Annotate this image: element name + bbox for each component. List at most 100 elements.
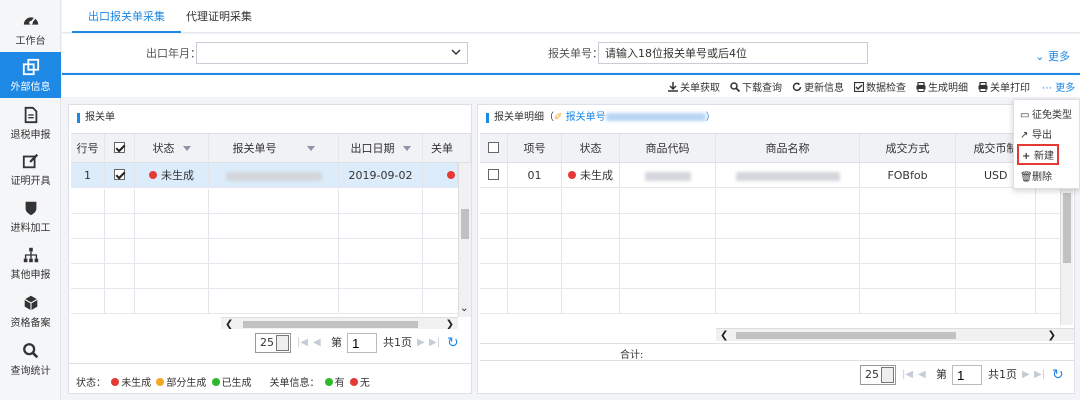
download-query-button[interactable]: 下载查询 — [730, 79, 782, 94]
filter-more-label: 更多 — [1048, 50, 1070, 63]
scroll-left-arrow[interactable]: ❮ — [225, 318, 233, 329]
data-check-label: 数据检查 — [866, 83, 906, 94]
menu-item-new[interactable]: + 新建 — [1017, 144, 1059, 165]
col-status[interactable]: 状态 — [135, 134, 209, 162]
detail-title-suffix: ） — [705, 112, 716, 123]
data-check-button[interactable]: 数据检查 — [853, 79, 906, 94]
page-size-select[interactable]: 25 — [255, 333, 291, 353]
sidebar-item-query[interactable]: 查询统计 — [0, 336, 61, 382]
sidebar-item-label: 退税申报 — [10, 130, 51, 141]
menu-item-exemption-type[interactable]: ▭ 征免类型 — [1020, 106, 1072, 121]
col-declaration-no[interactable]: 报关单号 — [209, 134, 339, 162]
col-declaration-info: 关单 — [423, 134, 471, 162]
last-page-button[interactable]: ▶| — [429, 333, 440, 353]
sidebar-item-qualification[interactable]: 资格备案 — [0, 288, 61, 334]
detail-table-header: 项号 状态 商品代码 商品名称 成交方式 成交币制 — [480, 134, 1074, 163]
last-page-button[interactable]: ▶| — [1034, 365, 1045, 385]
refresh-icon[interactable]: ↻ — [447, 333, 459, 353]
row-checkbox-cell[interactable] — [480, 163, 508, 187]
select-all-checkbox[interactable] — [488, 142, 499, 153]
menu-item-label: 删除 — [1032, 172, 1052, 183]
status-dot — [568, 171, 576, 179]
next-page-button[interactable]: ▶ — [1022, 365, 1030, 385]
horizontal-scrollbar[interactable]: ❮ ❯ — [716, 328, 1074, 341]
scroll-right-arrow[interactable]: ❯ — [1048, 329, 1056, 341]
fetch-declaration-button[interactable]: 关单获取 — [668, 79, 720, 94]
sidebar-item-certificate[interactable]: 证明开具 — [0, 146, 61, 192]
trade-mode-cell: FOBfob — [860, 163, 956, 187]
sort-icon — [402, 146, 411, 151]
next-page-button[interactable]: ▶ — [417, 333, 425, 353]
scroll-thumb[interactable] — [1063, 193, 1071, 263]
document-icon — [24, 106, 37, 124]
total-pages-label: 共1页 — [988, 368, 1017, 381]
col-select-all[interactable] — [105, 134, 135, 162]
detail-title-prefix: 报关单明细（ — [494, 112, 554, 123]
vertical-scrollbar[interactable]: ⌄ — [458, 163, 471, 317]
page-label: 第 — [331, 336, 342, 349]
detail-title-link[interactable]: 报关单号 — [566, 112, 606, 123]
filter-more-link[interactable]: ⌄ 更多 — [1035, 48, 1070, 64]
sidebar-item-processing[interactable]: 进料加工 — [0, 193, 61, 239]
detail-table: 项号 状态 商品代码 商品名称 成交方式 成交币制 01 未生成 FOBfob … — [480, 133, 1074, 341]
col-select-all[interactable] — [480, 134, 508, 162]
tab-export-declaration[interactable]: 出口报关单采集 — [72, 0, 181, 33]
sidebar-item-label: 证明开具 — [10, 176, 51, 187]
tab-bar: 出口报关单采集 代理证明采集 — [62, 0, 1080, 33]
toolbar-more-button[interactable]: ⋯ 更多 — [1042, 79, 1075, 94]
printer-icon — [978, 81, 988, 92]
sidebar-item-label: 进料加工 — [10, 223, 51, 234]
scroll-thumb[interactable] — [736, 332, 956, 339]
refresh-icon[interactable]: ↻ — [1052, 365, 1064, 385]
generate-detail-button[interactable]: 生成明细 — [916, 79, 968, 94]
prev-page-button[interactable]: ◀ — [313, 333, 321, 353]
sort-icon — [182, 146, 191, 151]
sidebar-item-external-info[interactable]: 外部信息 — [0, 52, 61, 98]
page-number-input[interactable] — [952, 365, 982, 385]
year-month-select[interactable] — [196, 42, 468, 64]
legend-has-info: 有 — [334, 378, 345, 389]
redacted-commodity-name — [735, 171, 840, 181]
table-row — [71, 189, 458, 214]
table-row — [480, 214, 1060, 239]
page-size-select[interactable]: 25 — [860, 365, 896, 385]
table-row[interactable]: 01 未生成 FOBfob USD — [480, 163, 1060, 188]
horizontal-scrollbar[interactable]: ❮ ❯ — [221, 317, 458, 329]
divider — [69, 363, 471, 364]
tab-agency-certificate[interactable]: 代理证明采集 — [170, 0, 268, 33]
print-declaration-button[interactable]: 关单打印 — [978, 79, 1030, 94]
chevron-down-icon — [276, 335, 289, 351]
sidebar-item-label: 外部信息 — [10, 82, 51, 93]
scroll-thumb[interactable] — [461, 209, 469, 239]
item-no-cell: 01 — [508, 163, 562, 187]
first-page-button[interactable]: |◀ — [902, 365, 913, 385]
row-checkbox-cell[interactable] — [105, 163, 135, 187]
scroll-left-arrow[interactable]: ❮ — [720, 329, 728, 341]
menu-item-delete[interactable]: 🗑删除 — [1020, 168, 1052, 183]
scroll-thumb[interactable] — [243, 321, 418, 328]
select-all-checkbox[interactable] — [114, 142, 125, 153]
row-checkbox[interactable] — [488, 169, 499, 180]
page-size-value: 25 — [260, 336, 274, 349]
page-number-input[interactable] — [347, 333, 377, 353]
table-row[interactable]: 1 未生成 2019-09-02 — [71, 163, 458, 188]
declaration-no-input[interactable] — [598, 42, 868, 64]
scroll-right-arrow[interactable]: ❯ — [446, 318, 454, 329]
col-export-date[interactable]: 出口日期 — [339, 134, 423, 162]
update-info-button[interactable]: 更新信息 — [792, 79, 844, 94]
declaration-no-cell — [209, 163, 339, 187]
prev-page-button[interactable]: ◀ — [918, 365, 926, 385]
sidebar-item-tax-refund[interactable]: 退税申报 — [0, 100, 61, 146]
print-declaration-label: 关单打印 — [990, 83, 1030, 94]
menu-item-export[interactable]: ↗ 导出 — [1020, 126, 1052, 141]
total-label: 合计: — [620, 350, 644, 361]
sidebar-item-dashboard[interactable]: 工作台 — [0, 6, 61, 52]
row-checkbox[interactable] — [114, 169, 125, 180]
first-page-button[interactable]: |◀ — [297, 333, 308, 353]
sidebar-item-label: 工作台 — [15, 36, 46, 47]
commodity-code-cell — [620, 163, 716, 187]
sidebar-item-other[interactable]: 其他申报 — [0, 240, 61, 286]
scroll-down-arrow[interactable]: ⌄ — [460, 302, 468, 315]
redacted-commodity-code — [644, 171, 691, 181]
external-link-icon — [22, 58, 39, 76]
